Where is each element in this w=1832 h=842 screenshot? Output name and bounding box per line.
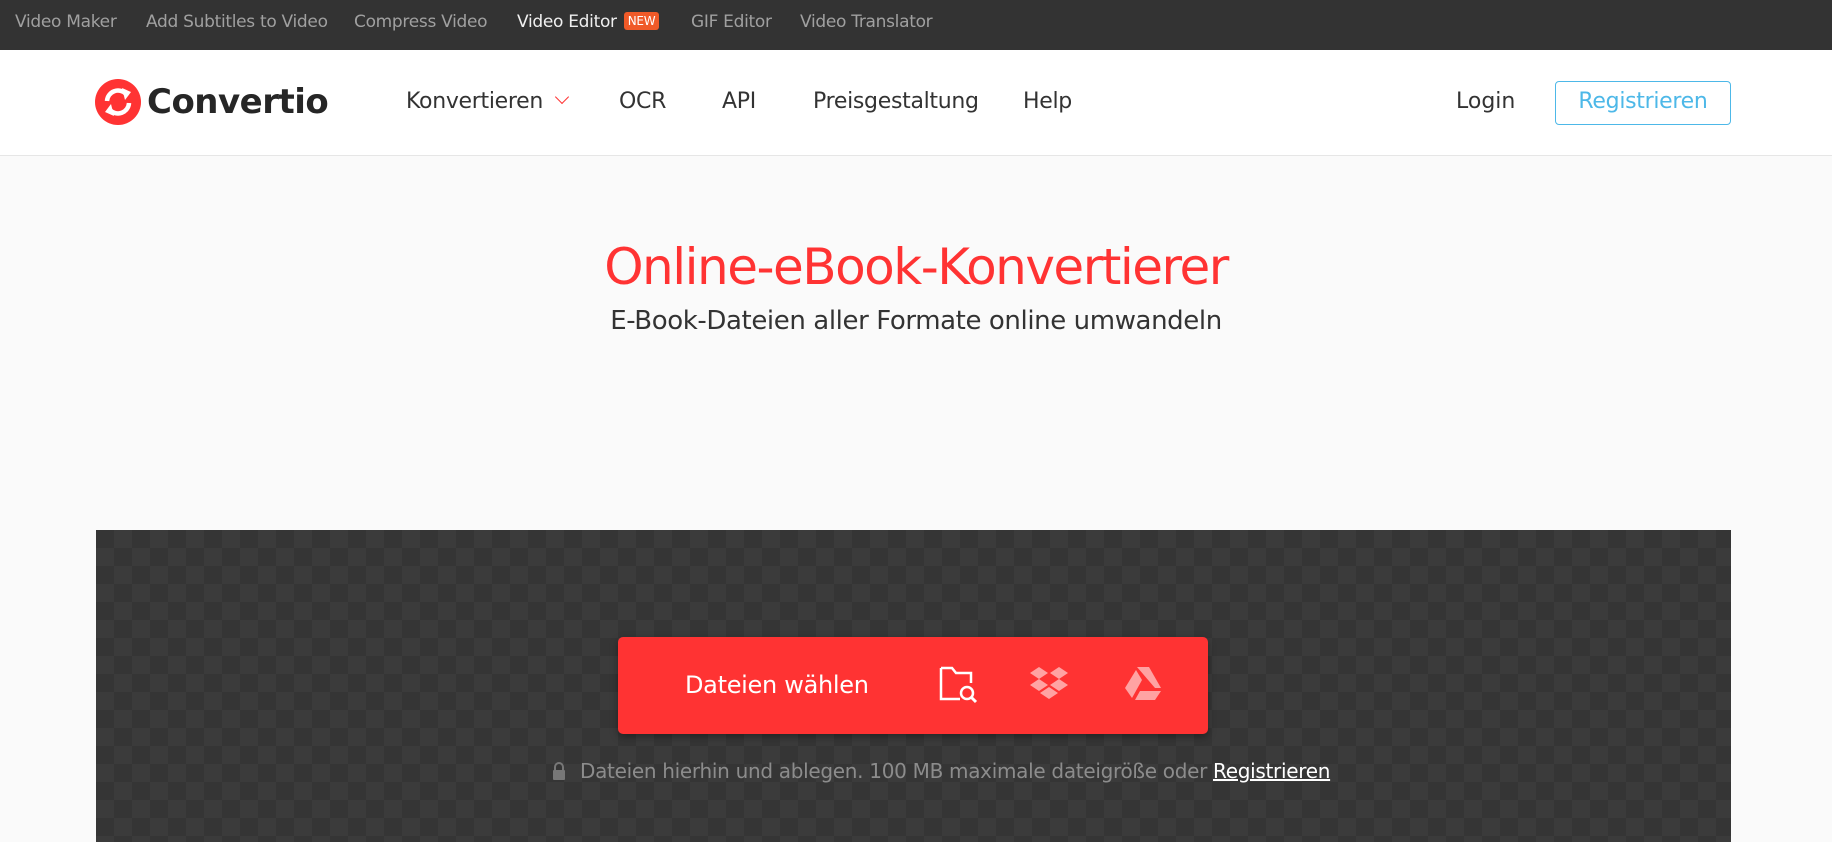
topbar-link-video-editor[interactable]: Video Editor NEW xyxy=(517,0,660,50)
google-drive-icon[interactable] xyxy=(1123,665,1163,705)
login-link[interactable]: Login xyxy=(1456,50,1515,156)
main-header: Convertio Konvertieren OCR API Preisgest… xyxy=(0,50,1832,156)
nav-api[interactable]: API xyxy=(722,50,756,156)
page-subtitle: E-Book-Dateien aller Formate online umwa… xyxy=(610,306,1222,336)
topbar-link-video-translator[interactable]: Video Translator xyxy=(800,0,933,50)
folder-search-icon[interactable] xyxy=(938,665,978,705)
dropbox-icon[interactable] xyxy=(1029,665,1069,705)
topbar-link-add-subtitles[interactable]: Add Subtitles to Video xyxy=(146,0,328,50)
topbar-link-video-maker[interactable]: Video Maker xyxy=(15,0,117,50)
chevron-down-icon xyxy=(554,89,570,105)
hint-register-link[interactable]: Registrieren xyxy=(1213,756,1330,786)
choose-files-label[interactable]: Dateien wählen xyxy=(685,637,869,734)
topbar-link-compress-video[interactable]: Compress Video xyxy=(354,0,488,50)
top-bar: Video Maker Add Subtitles to Video Compr… xyxy=(0,0,1832,50)
convertio-logo-icon xyxy=(95,79,141,125)
page-title: Online-eBook-Konvertierer xyxy=(604,238,1229,296)
register-button[interactable]: Registrieren xyxy=(1555,81,1731,125)
nav-preisgestaltung[interactable]: Preisgestaltung xyxy=(813,50,979,156)
choose-files-button[interactable]: Dateien wählen xyxy=(618,637,1208,734)
logo[interactable]: Convertio xyxy=(95,78,329,126)
upload-hint-text: Dateien hierhin und ablegen. 100 MB maxi… xyxy=(580,759,1208,783)
nav-konvertieren[interactable]: Konvertieren xyxy=(406,50,570,156)
nav-ocr[interactable]: OCR xyxy=(619,50,666,156)
lock-icon xyxy=(553,762,565,780)
logo-text: Convertio xyxy=(147,82,329,122)
new-badge: NEW xyxy=(623,12,660,30)
topbar-link-video-editor-label: Video Editor xyxy=(517,12,617,32)
nav-help[interactable]: Help xyxy=(1023,50,1072,156)
upload-hint: Dateien hierhin und ablegen. 100 MB maxi… xyxy=(552,756,1330,786)
topbar-link-gif-editor[interactable]: GIF Editor xyxy=(691,0,772,50)
nav-konvertieren-label: Konvertieren xyxy=(406,89,544,114)
